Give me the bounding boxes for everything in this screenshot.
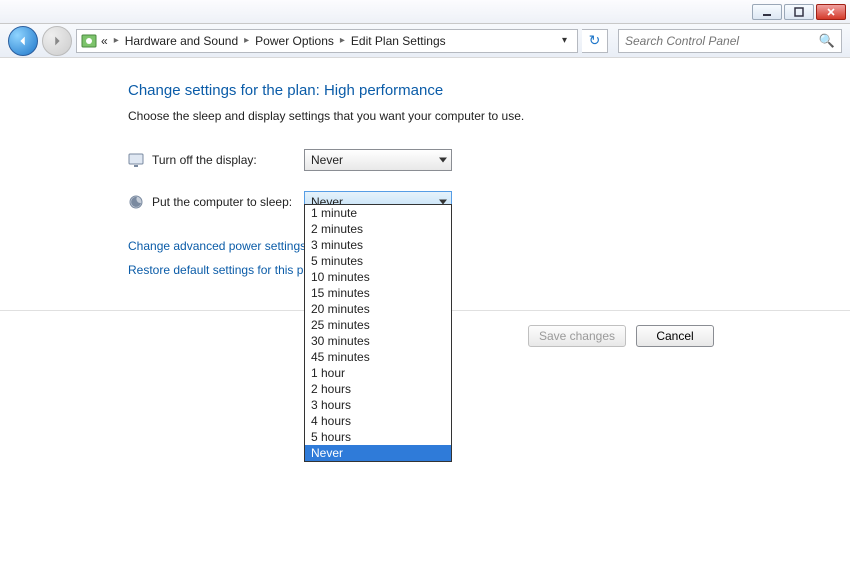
dropdown-option[interactable]: Never bbox=[305, 445, 451, 461]
window-titlebar bbox=[0, 0, 850, 24]
cancel-button[interactable]: Cancel bbox=[636, 325, 714, 347]
dropdown-option[interactable]: 30 minutes bbox=[305, 333, 451, 349]
refresh-button[interactable]: ↻ bbox=[582, 29, 608, 53]
dropdown-option[interactable]: 1 hour bbox=[305, 365, 451, 381]
dropdown-option[interactable]: 1 minute bbox=[305, 205, 451, 221]
address-dropdown-icon[interactable]: ▾ bbox=[556, 35, 573, 46]
row-turn-off-display: Turn off the display: Never bbox=[128, 147, 850, 173]
breadcrumb-item-hardware[interactable]: Hardware and Sound bbox=[125, 34, 238, 48]
dropdown-option[interactable]: 25 minutes bbox=[305, 317, 451, 333]
minimize-button[interactable] bbox=[752, 4, 782, 20]
moon-icon bbox=[128, 194, 144, 210]
search-box[interactable]: 🔍 bbox=[618, 29, 842, 53]
breadcrumb-item-edit[interactable]: Edit Plan Settings bbox=[351, 34, 446, 48]
chevron-right-icon: ▸ bbox=[110, 35, 123, 46]
display-icon bbox=[128, 152, 144, 168]
page-subtitle: Choose the sleep and display settings th… bbox=[128, 109, 850, 123]
dropdown-option[interactable]: 15 minutes bbox=[305, 285, 451, 301]
close-button[interactable] bbox=[816, 4, 846, 20]
link-advanced-settings[interactable]: Change advanced power settings bbox=[128, 239, 850, 253]
dropdown-option[interactable]: 3 minutes bbox=[305, 237, 451, 253]
chevron-right-icon: ▸ bbox=[240, 35, 253, 46]
link-restore-defaults[interactable]: Restore default settings for this plan bbox=[128, 263, 850, 277]
chevron-down-icon bbox=[439, 158, 447, 163]
label-put-to-sleep: Put the computer to sleep: bbox=[152, 195, 292, 209]
page-content: Change settings for the plan: High perfo… bbox=[0, 58, 850, 583]
control-panel-icon bbox=[81, 33, 97, 49]
maximize-button[interactable] bbox=[784, 4, 814, 20]
search-icon[interactable]: 🔍 bbox=[819, 33, 835, 49]
row-put-to-sleep: Put the computer to sleep: Never bbox=[128, 189, 850, 215]
dropdown-sleep-options[interactable]: 1 minute2 minutes3 minutes5 minutes10 mi… bbox=[304, 204, 452, 462]
dropdown-option[interactable]: 5 minutes bbox=[305, 253, 451, 269]
address-bar[interactable]: « ▸ Hardware and Sound ▸ Power Options ▸… bbox=[76, 29, 578, 53]
breadcrumb-item-power[interactable]: Power Options bbox=[255, 34, 334, 48]
search-input[interactable] bbox=[625, 34, 819, 48]
page-title: Change settings for the plan: High perfo… bbox=[128, 82, 850, 99]
select-turn-off-display[interactable]: Never bbox=[304, 149, 452, 171]
dropdown-option[interactable]: 5 hours bbox=[305, 429, 451, 445]
dropdown-option[interactable]: 3 hours bbox=[305, 397, 451, 413]
dropdown-option[interactable]: 10 minutes bbox=[305, 269, 451, 285]
back-button[interactable] bbox=[8, 26, 38, 56]
breadcrumb-ellipsis[interactable]: « bbox=[101, 34, 108, 48]
dropdown-option[interactable]: 45 minutes bbox=[305, 349, 451, 365]
select-value-display: Never bbox=[311, 153, 343, 167]
chevron-right-icon: ▸ bbox=[336, 35, 349, 46]
links-section: Change advanced power settings Restore d… bbox=[128, 239, 850, 277]
dropdown-option[interactable]: 2 minutes bbox=[305, 221, 451, 237]
save-changes-button[interactable]: Save changes bbox=[528, 325, 626, 347]
navigation-bar: « ▸ Hardware and Sound ▸ Power Options ▸… bbox=[0, 24, 850, 58]
dropdown-option[interactable]: 20 minutes bbox=[305, 301, 451, 317]
forward-button[interactable] bbox=[42, 26, 72, 56]
dropdown-option[interactable]: 4 hours bbox=[305, 413, 451, 429]
label-turn-off-display: Turn off the display: bbox=[152, 153, 257, 167]
dropdown-option[interactable]: 2 hours bbox=[305, 381, 451, 397]
